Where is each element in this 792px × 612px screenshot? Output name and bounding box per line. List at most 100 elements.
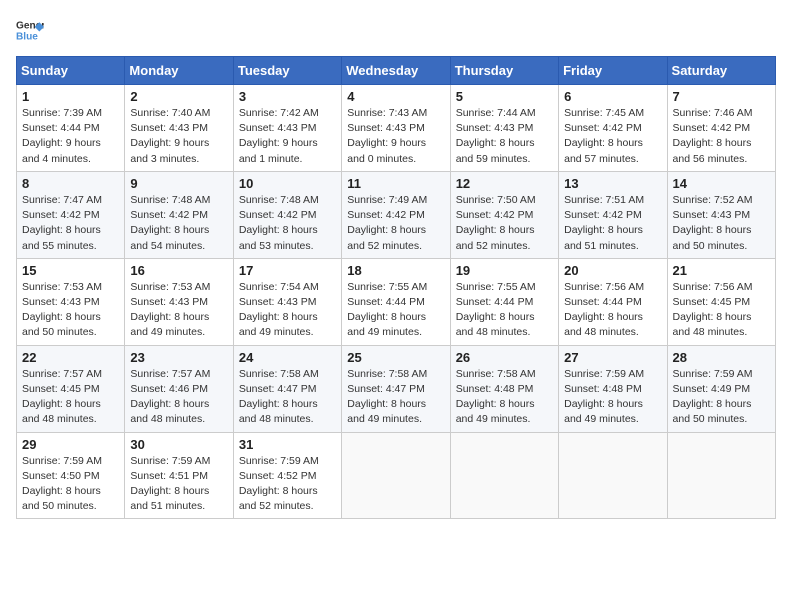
day-number: 30 [130,437,227,452]
day-detail: Sunrise: 7:55 AMSunset: 4:44 PMDaylight:… [347,280,444,341]
calendar-cell: 31 Sunrise: 7:59 AMSunset: 4:52 PMDaylig… [233,432,341,519]
calendar-cell: 30 Sunrise: 7:59 AMSunset: 4:51 PMDaylig… [125,432,233,519]
day-number: 15 [22,263,119,278]
day-detail: Sunrise: 7:59 AMSunset: 4:52 PMDaylight:… [239,454,336,515]
calendar-table: SundayMondayTuesdayWednesdayThursdayFrid… [16,56,776,519]
weekday-header-thursday: Thursday [450,57,558,85]
day-detail: Sunrise: 7:53 AMSunset: 4:43 PMDaylight:… [22,280,119,341]
day-number: 13 [564,176,661,191]
day-number: 28 [673,350,770,365]
day-number: 23 [130,350,227,365]
day-detail: Sunrise: 7:47 AMSunset: 4:42 PMDaylight:… [22,193,119,254]
day-number: 17 [239,263,336,278]
weekday-header-tuesday: Tuesday [233,57,341,85]
day-number: 4 [347,89,444,104]
day-detail: Sunrise: 7:48 AMSunset: 4:42 PMDaylight:… [130,193,227,254]
day-number: 29 [22,437,119,452]
day-detail: Sunrise: 7:50 AMSunset: 4:42 PMDaylight:… [456,193,553,254]
day-detail: Sunrise: 7:40 AMSunset: 4:43 PMDaylight:… [130,106,227,167]
day-detail: Sunrise: 7:59 AMSunset: 4:48 PMDaylight:… [564,367,661,428]
day-number: 27 [564,350,661,365]
calendar-cell: 3 Sunrise: 7:42 AMSunset: 4:43 PMDayligh… [233,85,341,172]
day-number: 16 [130,263,227,278]
calendar-cell: 9 Sunrise: 7:48 AMSunset: 4:42 PMDayligh… [125,171,233,258]
day-detail: Sunrise: 7:58 AMSunset: 4:48 PMDaylight:… [456,367,553,428]
calendar-cell: 5 Sunrise: 7:44 AMSunset: 4:43 PMDayligh… [450,85,558,172]
logo: General Blue [16,16,44,44]
calendar-cell: 23 Sunrise: 7:57 AMSunset: 4:46 PMDaylig… [125,345,233,432]
calendar-cell: 4 Sunrise: 7:43 AMSunset: 4:43 PMDayligh… [342,85,450,172]
calendar-cell: 28 Sunrise: 7:59 AMSunset: 4:49 PMDaylig… [667,345,775,432]
day-number: 22 [22,350,119,365]
svg-text:Blue: Blue [16,31,38,42]
day-detail: Sunrise: 7:59 AMSunset: 4:51 PMDaylight:… [130,454,227,515]
day-number: 5 [456,89,553,104]
page-header: General Blue [16,16,776,44]
day-number: 7 [673,89,770,104]
day-detail: Sunrise: 7:42 AMSunset: 4:43 PMDaylight:… [239,106,336,167]
day-number: 25 [347,350,444,365]
calendar-cell: 10 Sunrise: 7:48 AMSunset: 4:42 PMDaylig… [233,171,341,258]
day-detail: Sunrise: 7:55 AMSunset: 4:44 PMDaylight:… [456,280,553,341]
day-number: 11 [347,176,444,191]
day-detail: Sunrise: 7:53 AMSunset: 4:43 PMDaylight:… [130,280,227,341]
calendar-cell: 19 Sunrise: 7:55 AMSunset: 4:44 PMDaylig… [450,258,558,345]
calendar-cell: 22 Sunrise: 7:57 AMSunset: 4:45 PMDaylig… [17,345,125,432]
weekday-header-saturday: Saturday [667,57,775,85]
day-detail: Sunrise: 7:56 AMSunset: 4:44 PMDaylight:… [564,280,661,341]
day-detail: Sunrise: 7:59 AMSunset: 4:49 PMDaylight:… [673,367,770,428]
calendar-cell: 11 Sunrise: 7:49 AMSunset: 4:42 PMDaylig… [342,171,450,258]
day-detail: Sunrise: 7:57 AMSunset: 4:46 PMDaylight:… [130,367,227,428]
weekday-header-wednesday: Wednesday [342,57,450,85]
calendar-cell: 7 Sunrise: 7:46 AMSunset: 4:42 PMDayligh… [667,85,775,172]
day-detail: Sunrise: 7:45 AMSunset: 4:42 PMDaylight:… [564,106,661,167]
logo-icon: General Blue [16,16,44,44]
calendar-cell: 2 Sunrise: 7:40 AMSunset: 4:43 PMDayligh… [125,85,233,172]
day-detail: Sunrise: 7:54 AMSunset: 4:43 PMDaylight:… [239,280,336,341]
calendar-cell: 21 Sunrise: 7:56 AMSunset: 4:45 PMDaylig… [667,258,775,345]
calendar-cell [342,432,450,519]
day-number: 9 [130,176,227,191]
day-number: 21 [673,263,770,278]
day-detail: Sunrise: 7:49 AMSunset: 4:42 PMDaylight:… [347,193,444,254]
day-detail: Sunrise: 7:43 AMSunset: 4:43 PMDaylight:… [347,106,444,167]
calendar-cell: 17 Sunrise: 7:54 AMSunset: 4:43 PMDaylig… [233,258,341,345]
day-detail: Sunrise: 7:56 AMSunset: 4:45 PMDaylight:… [673,280,770,341]
day-detail: Sunrise: 7:58 AMSunset: 4:47 PMDaylight:… [239,367,336,428]
calendar-cell: 14 Sunrise: 7:52 AMSunset: 4:43 PMDaylig… [667,171,775,258]
day-number: 3 [239,89,336,104]
calendar-cell: 24 Sunrise: 7:58 AMSunset: 4:47 PMDaylig… [233,345,341,432]
day-number: 31 [239,437,336,452]
calendar-cell: 13 Sunrise: 7:51 AMSunset: 4:42 PMDaylig… [559,171,667,258]
day-number: 2 [130,89,227,104]
calendar-cell: 29 Sunrise: 7:59 AMSunset: 4:50 PMDaylig… [17,432,125,519]
calendar-cell: 20 Sunrise: 7:56 AMSunset: 4:44 PMDaylig… [559,258,667,345]
day-number: 6 [564,89,661,104]
weekday-header-monday: Monday [125,57,233,85]
calendar-cell: 1 Sunrise: 7:39 AMSunset: 4:44 PMDayligh… [17,85,125,172]
day-detail: Sunrise: 7:52 AMSunset: 4:43 PMDaylight:… [673,193,770,254]
day-detail: Sunrise: 7:51 AMSunset: 4:42 PMDaylight:… [564,193,661,254]
calendar-cell: 25 Sunrise: 7:58 AMSunset: 4:47 PMDaylig… [342,345,450,432]
calendar-cell: 18 Sunrise: 7:55 AMSunset: 4:44 PMDaylig… [342,258,450,345]
calendar-cell: 26 Sunrise: 7:58 AMSunset: 4:48 PMDaylig… [450,345,558,432]
calendar-cell: 12 Sunrise: 7:50 AMSunset: 4:42 PMDaylig… [450,171,558,258]
day-number: 12 [456,176,553,191]
day-number: 20 [564,263,661,278]
day-detail: Sunrise: 7:39 AMSunset: 4:44 PMDaylight:… [22,106,119,167]
calendar-cell: 16 Sunrise: 7:53 AMSunset: 4:43 PMDaylig… [125,258,233,345]
day-number: 24 [239,350,336,365]
weekday-header-sunday: Sunday [17,57,125,85]
day-detail: Sunrise: 7:44 AMSunset: 4:43 PMDaylight:… [456,106,553,167]
day-detail: Sunrise: 7:46 AMSunset: 4:42 PMDaylight:… [673,106,770,167]
day-number: 18 [347,263,444,278]
calendar-cell [559,432,667,519]
day-number: 1 [22,89,119,104]
day-number: 26 [456,350,553,365]
calendar-cell: 27 Sunrise: 7:59 AMSunset: 4:48 PMDaylig… [559,345,667,432]
weekday-header-friday: Friday [559,57,667,85]
day-detail: Sunrise: 7:59 AMSunset: 4:50 PMDaylight:… [22,454,119,515]
calendar-cell: 6 Sunrise: 7:45 AMSunset: 4:42 PMDayligh… [559,85,667,172]
day-number: 14 [673,176,770,191]
day-detail: Sunrise: 7:57 AMSunset: 4:45 PMDaylight:… [22,367,119,428]
